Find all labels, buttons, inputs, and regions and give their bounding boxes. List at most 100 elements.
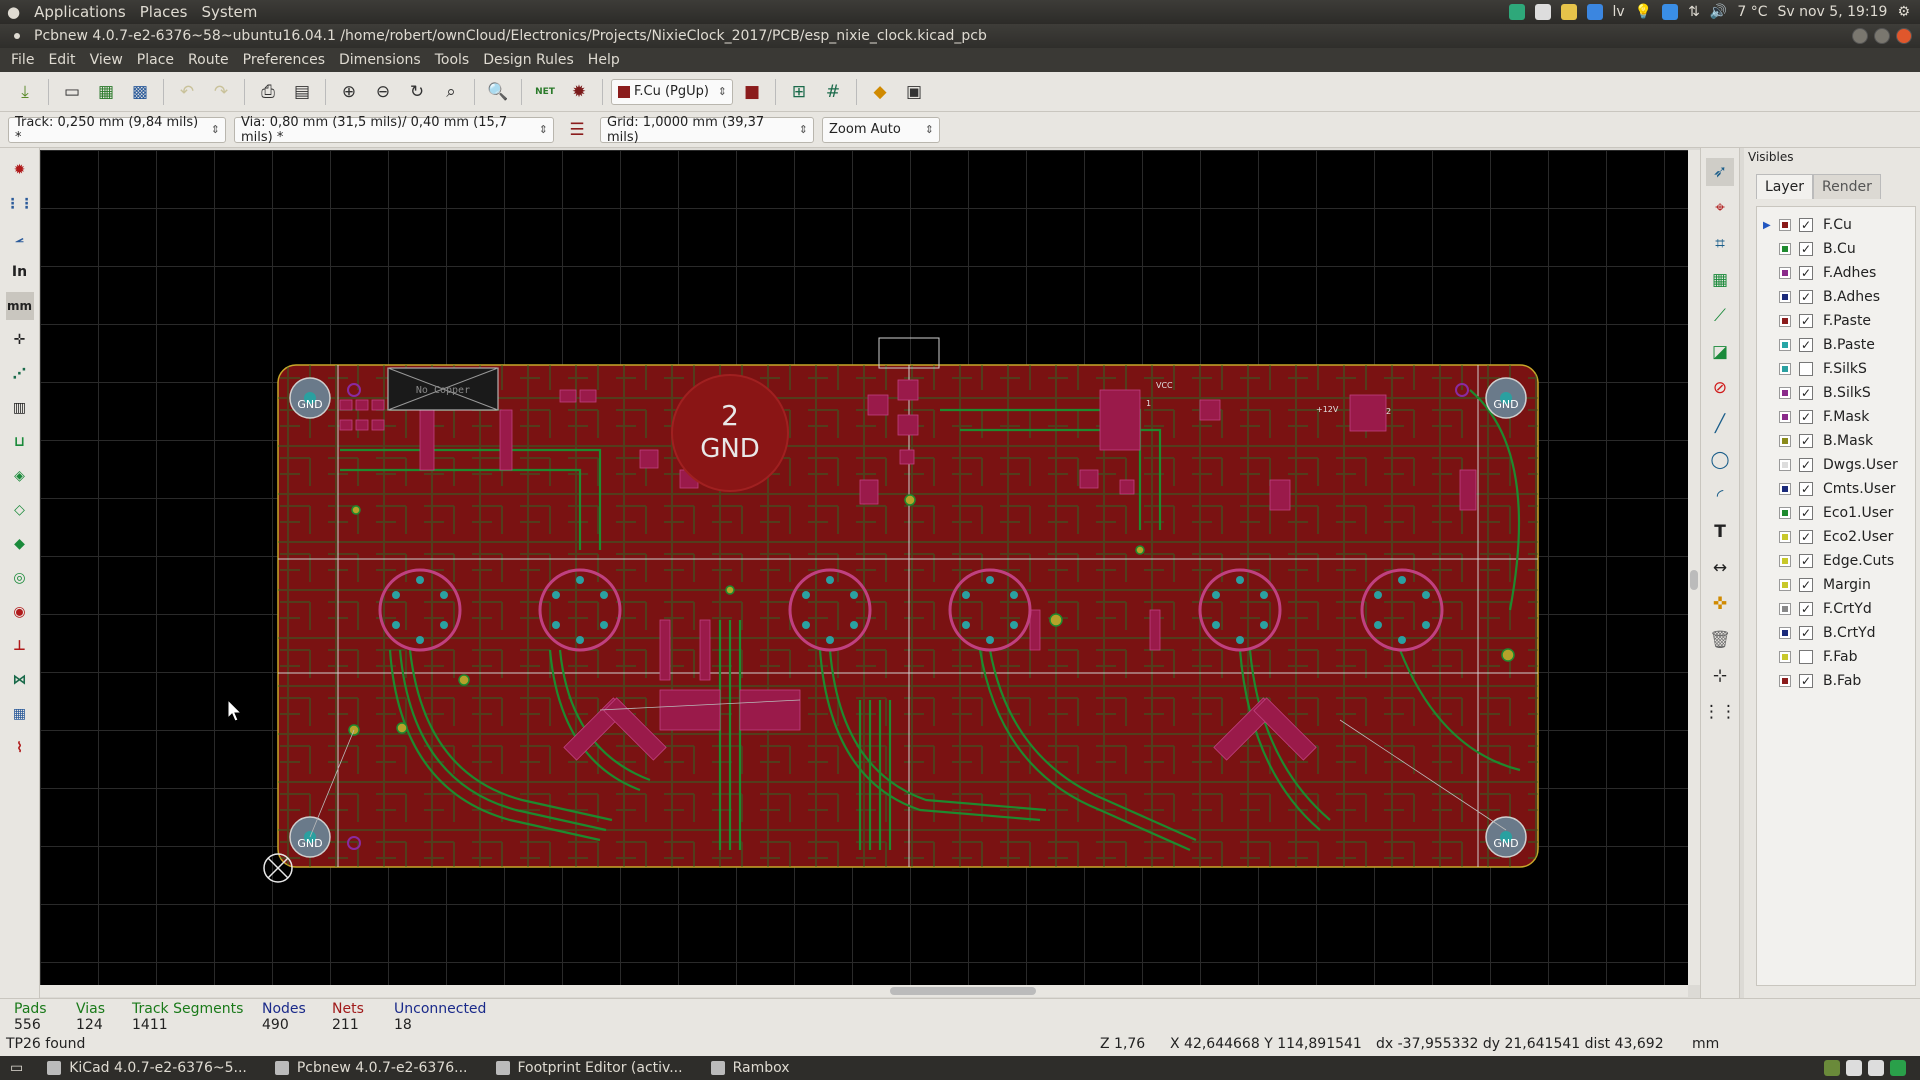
layer-visible-checkbox[interactable]: ✓ [1799, 386, 1813, 400]
redo-icon[interactable]: ↷ [206, 77, 236, 107]
zoom-fit-icon[interactable]: ⌕ [436, 77, 466, 107]
layer-color-swatch[interactable] [1779, 531, 1791, 543]
network-icon[interactable]: ⇅ [1688, 4, 1700, 20]
layer-color-swatch[interactable] [1779, 387, 1791, 399]
polar-coords-icon[interactable]: ⦟ [6, 224, 34, 252]
autoroute-icon[interactable]: # [818, 77, 848, 107]
cloud-icon[interactable] [1534, 4, 1551, 20]
layer-color-swatch[interactable] [1779, 675, 1791, 687]
layers-manager-icon[interactable]: ▦ [6, 700, 34, 728]
pcb-canvas[interactable]: No Copper 2 GND GND GND GND GND VCC +12V… [40, 150, 1688, 985]
menu-view[interactable]: View [83, 52, 130, 68]
minimize-button[interactable] [1852, 28, 1868, 44]
layer-visible-checkbox[interactable]: ✓ [1799, 218, 1813, 232]
zone-sketch-icon[interactable]: ◆ [6, 530, 34, 558]
layer-row[interactable]: ✓ Cmts.User [1757, 477, 1915, 501]
add-arc-icon[interactable]: ◜ [1706, 482, 1734, 510]
pads-sketch-icon[interactable]: ◎ [6, 564, 34, 592]
layer-row[interactable]: ▶ ✓ F.Cu [1757, 213, 1915, 237]
layer-color-swatch[interactable] [1779, 579, 1791, 591]
add-graphic-line-icon[interactable]: ╱ [1706, 410, 1734, 438]
layer-row[interactable]: ✓ Margin [1757, 573, 1915, 597]
layer-row[interactable]: ✓ B.Cu [1757, 237, 1915, 261]
layer-visible-checkbox[interactable]: ✓ [1799, 554, 1813, 568]
layer-color-swatch[interactable] [1779, 459, 1791, 471]
menu-route[interactable]: Route [181, 52, 236, 68]
menu-edit[interactable]: Edit [41, 52, 82, 68]
vertical-scrollbar[interactable] [1688, 150, 1700, 985]
show-desktop-icon[interactable]: ▭ [0, 1056, 33, 1080]
horizontal-scroll-thumb[interactable] [890, 987, 1036, 995]
auto-delete-track-icon[interactable]: ⊔ [6, 428, 34, 456]
close-button[interactable] [1896, 28, 1912, 44]
track-width-select[interactable]: Track: 0,250 mm (9,84 mils) * [8, 115, 226, 145]
netlist-icon[interactable]: NET [530, 77, 560, 107]
tab-render[interactable]: Render [1813, 174, 1881, 199]
workspace-1[interactable] [1824, 1060, 1840, 1076]
grid-origin-icon[interactable]: ⋮⋮ [1703, 698, 1737, 726]
layer-visible-checkbox[interactable]: ✓ [1799, 530, 1813, 544]
add-keepout-icon[interactable]: ⊘ [1706, 374, 1734, 402]
zoom-in-icon[interactable]: ⊕ [334, 77, 364, 107]
layer-color-swatch[interactable] [1779, 483, 1791, 495]
units-mm-button[interactable]: mm [5, 292, 34, 320]
layer-color-swatch[interactable] [1779, 339, 1791, 351]
auto-track-width-icon[interactable]: ☰ [562, 115, 592, 145]
skype-icon[interactable] [1662, 4, 1679, 20]
menu-file[interactable]: File [4, 52, 41, 68]
vias-sketch-icon[interactable]: ◉ [6, 598, 34, 626]
page-settings-icon[interactable]: ▭ [57, 77, 87, 107]
owncloud-icon[interactable] [1508, 4, 1525, 20]
footprint-editor-icon[interactable]: ▩ [125, 77, 155, 107]
lightbulb-icon[interactable]: 💡 [1635, 4, 1652, 20]
drc-off-icon[interactable]: ✹ [6, 156, 34, 184]
add-text-icon[interactable]: T [1706, 518, 1734, 546]
layer-select[interactable]: F.Cu (PgUp) [611, 78, 733, 105]
layer-color-swatch[interactable] [1779, 603, 1791, 615]
layer-visible-checkbox[interactable]: ✓ [1799, 674, 1813, 688]
layer-row[interactable]: F.SilkS [1757, 357, 1915, 381]
layer-visible-checkbox[interactable]: ✓ [1799, 266, 1813, 280]
tab-layer[interactable]: Layer [1756, 174, 1814, 199]
units-inch-button[interactable]: In [6, 258, 34, 286]
weather-indicator[interactable]: 7 °C [1737, 4, 1767, 20]
layer-visible-checkbox[interactable] [1799, 362, 1813, 376]
layer-row[interactable]: ✓ Eco2.User [1757, 525, 1915, 549]
layer-visible-checkbox[interactable]: ✓ [1799, 338, 1813, 352]
panel-menu-applications[interactable]: Applications [27, 3, 133, 21]
layer-visible-checkbox[interactable]: ✓ [1799, 434, 1813, 448]
save-icon[interactable]: ⤓ [10, 77, 40, 107]
layer-color-swatch[interactable] [1779, 435, 1791, 447]
high-contrast-icon[interactable]: ⋈ [6, 666, 34, 694]
workspace-2[interactable] [1846, 1060, 1862, 1076]
zone-outline-icon[interactable]: ◇ [6, 496, 34, 524]
layer-row[interactable]: ✓ F.CrtYd [1757, 597, 1915, 621]
show-zones-icon[interactable]: ◈ [6, 462, 34, 490]
layer-color-swatch[interactable] [1779, 363, 1791, 375]
cursor-shape-icon[interactable]: ✛ [6, 326, 34, 354]
layer-visible-checkbox[interactable]: ✓ [1799, 458, 1813, 472]
workspace-3[interactable] [1868, 1060, 1884, 1076]
drc-icon[interactable]: ✹ [564, 77, 594, 107]
layer-visible-checkbox[interactable]: ✓ [1799, 602, 1813, 616]
volume-icon[interactable]: 🔊 [1710, 4, 1727, 20]
clock[interactable]: Sv nov 5, 19:19 [1777, 4, 1887, 20]
taskbar-item-pcbnew[interactable]: Pcbnew 4.0.7-e2-6376... [261, 1056, 482, 1080]
add-zone-icon[interactable]: ◪ [1706, 338, 1734, 366]
layer-color-swatch[interactable] [1779, 219, 1791, 231]
set-origin-icon[interactable]: ⊹ [1706, 662, 1734, 690]
panel-menu-system[interactable]: System [194, 3, 264, 21]
taskbar-item-rambox[interactable]: Rambox [697, 1056, 804, 1080]
print-icon[interactable]: ⎙ [253, 77, 283, 107]
layer-row[interactable]: ✓ F.Paste [1757, 309, 1915, 333]
window-menu-icon[interactable] [14, 33, 20, 39]
layer-color-swatch[interactable] [1779, 555, 1791, 567]
select-arrow-icon[interactable]: ➶ [1706, 158, 1734, 186]
layer-visible-checkbox[interactable]: ✓ [1799, 410, 1813, 424]
zoom-out-icon[interactable]: ⊖ [368, 77, 398, 107]
layer-row[interactable]: F.Fab [1757, 645, 1915, 669]
delete-icon[interactable]: 🗑 [1706, 626, 1734, 654]
layer-row[interactable]: ✓ B.Fab [1757, 669, 1915, 693]
workspace-switcher[interactable] [1824, 1060, 1920, 1076]
layer-row[interactable]: ✓ F.Mask [1757, 405, 1915, 429]
